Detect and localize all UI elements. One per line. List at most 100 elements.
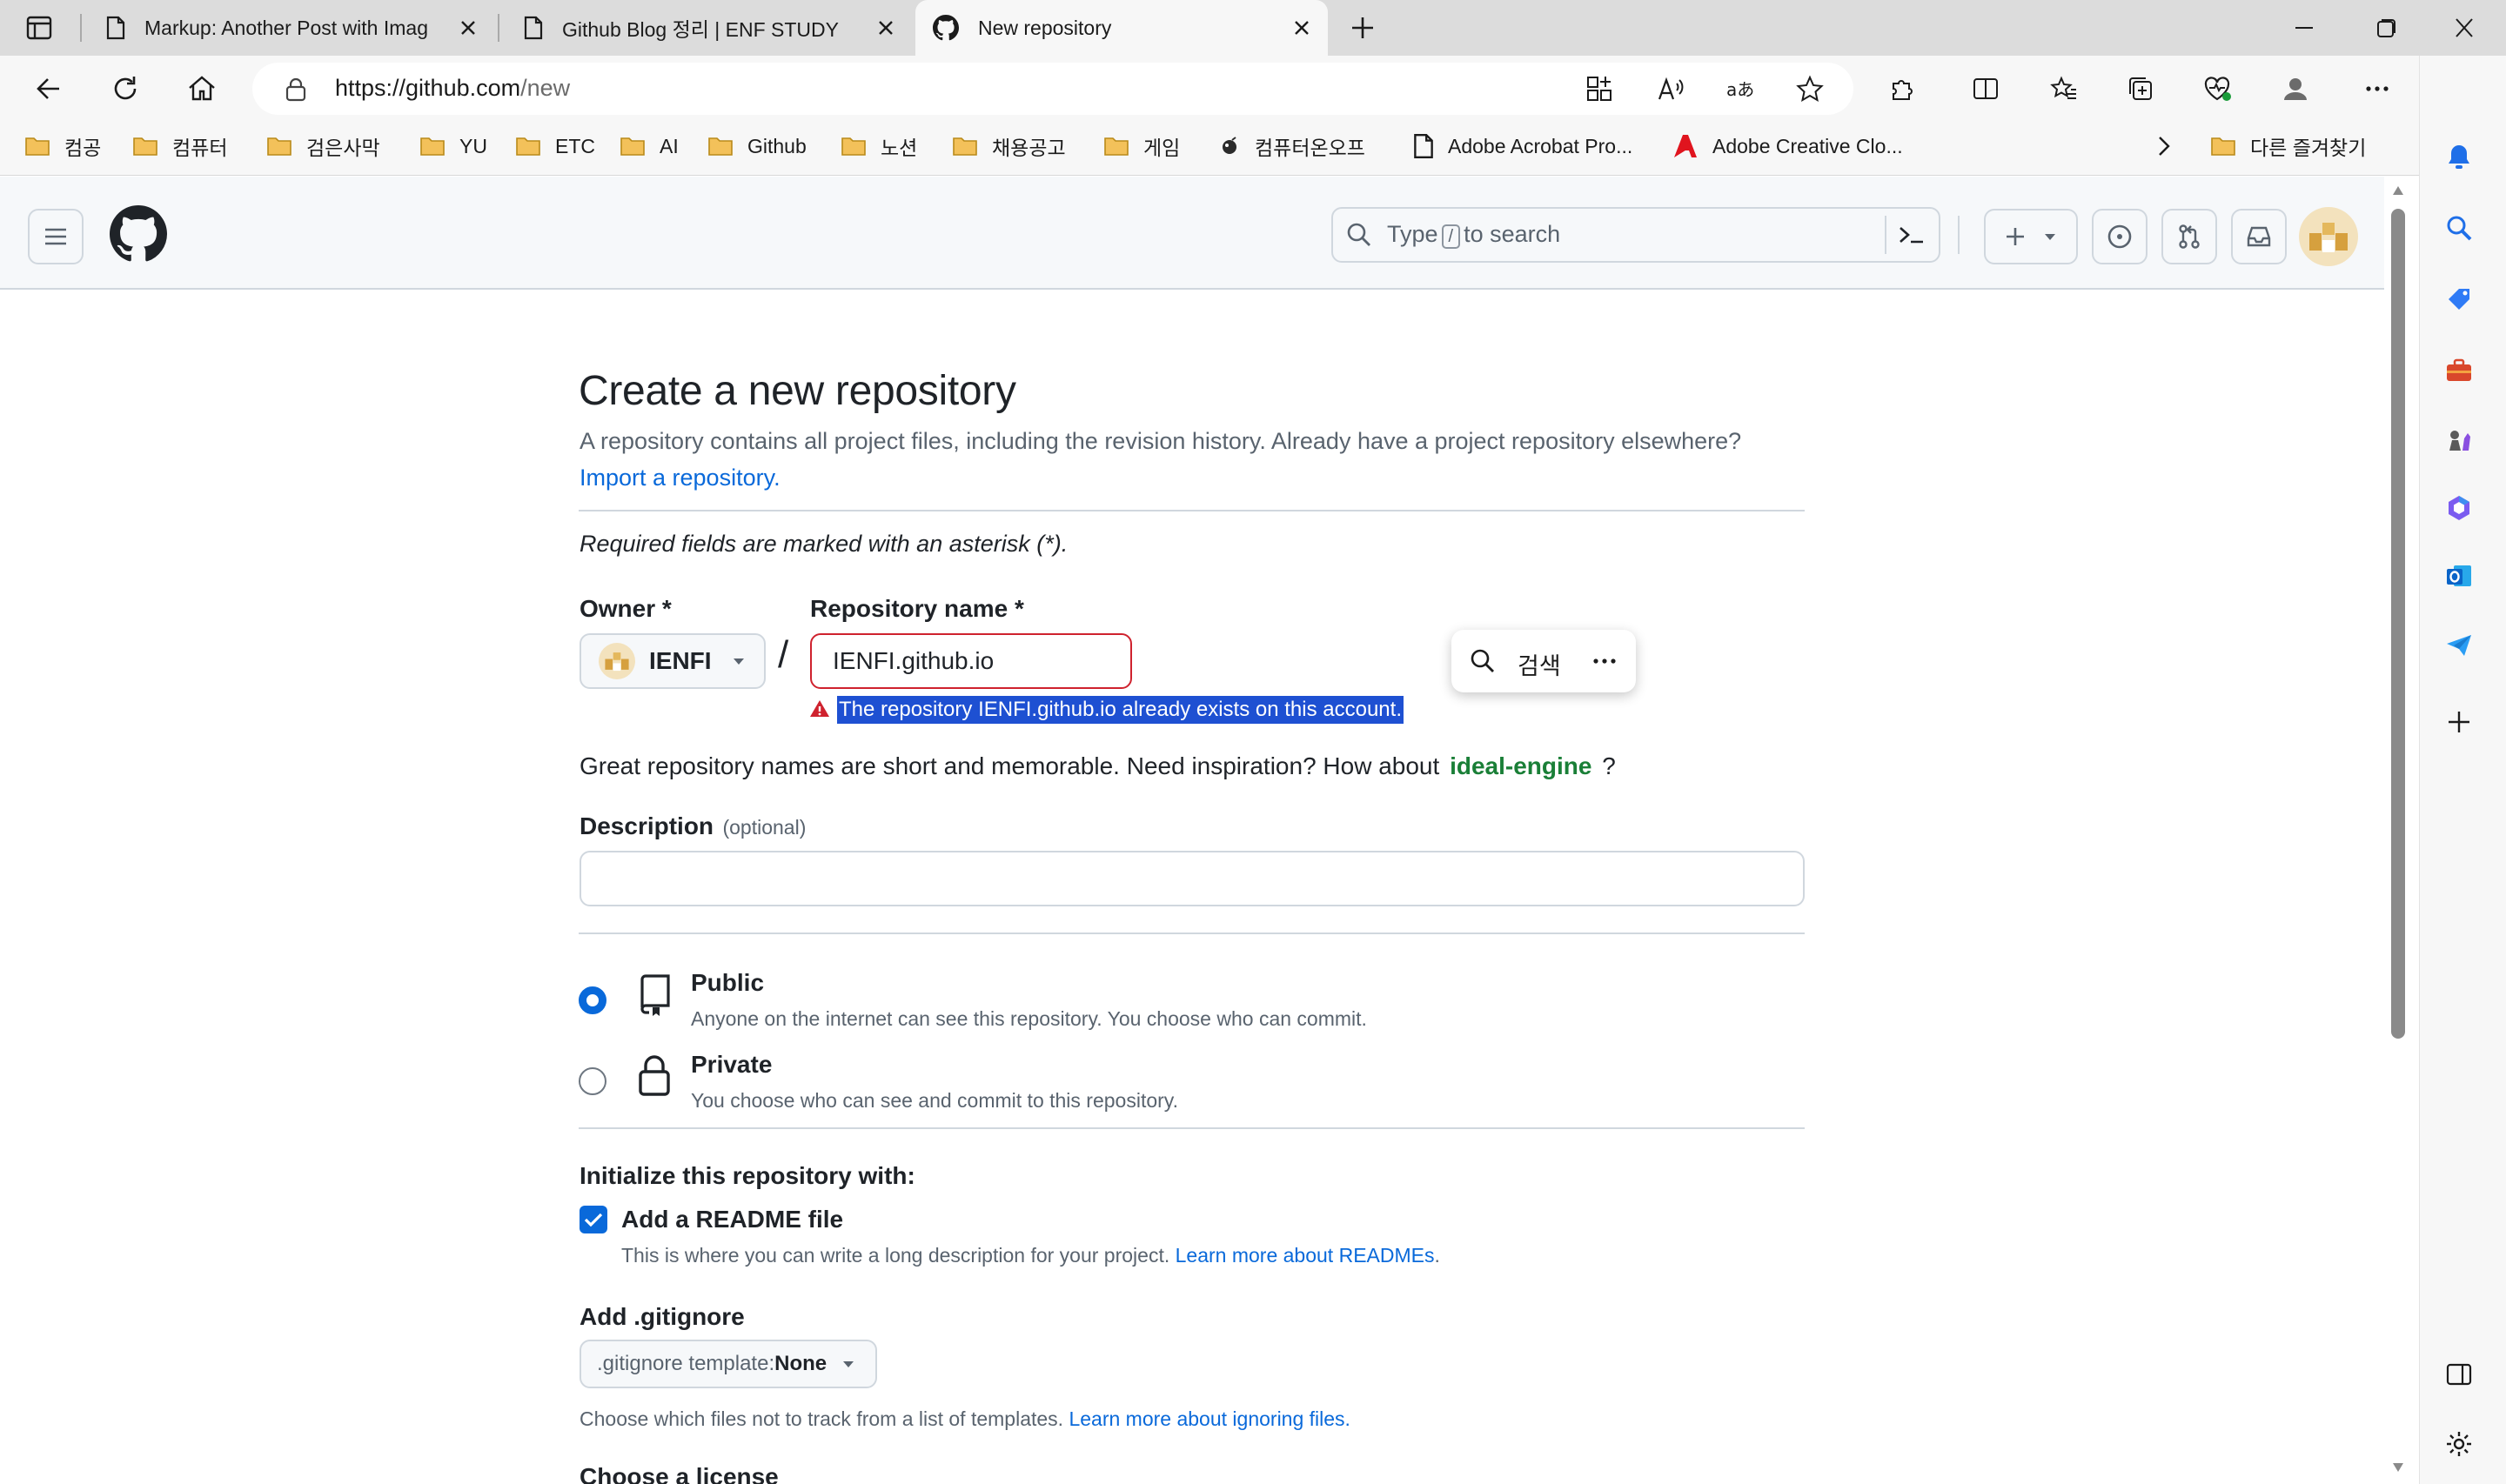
description-optional: (optional) — [722, 816, 807, 839]
visibility-public-description: Anyone on the internet can see this repo… — [691, 1007, 1367, 1030]
bookmark-item[interactable]: 검은사막 — [266, 129, 380, 164]
owner-select-button[interactable]: IENFI — [580, 633, 766, 689]
check-icon — [584, 1213, 603, 1227]
command-palette-icon[interactable] — [1895, 221, 1928, 249]
close-tab-icon[interactable] — [875, 17, 896, 38]
triangle-down-icon — [843, 1361, 854, 1367]
popup-search-label[interactable]: 검색 — [1518, 647, 1561, 681]
tab-title: New repository — [978, 16, 1112, 39]
favorite-star-icon[interactable] — [1794, 73, 1826, 104]
visibility-public-radio[interactable] — [579, 986, 606, 1014]
gitignore-template-select[interactable]: .gitignore template: None — [580, 1340, 877, 1388]
tab-markup-post[interactable]: Markup: Another Post with Imag — [84, 0, 494, 56]
microsoft-365-icon[interactable] — [2443, 492, 2475, 524]
split-screen-icon[interactable] — [1970, 73, 2001, 104]
search-icon — [1345, 221, 1373, 249]
owner-label: Owner * — [580, 595, 672, 622]
send-telegram-icon[interactable] — [2443, 630, 2475, 661]
folder-icon — [420, 137, 445, 156]
tab-new-repository[interactable]: New repository — [915, 0, 1328, 56]
search-icon[interactable] — [1469, 647, 1497, 675]
refresh-button[interactable] — [108, 71, 143, 106]
folder-icon — [620, 137, 645, 156]
bookmark-item[interactable]: 게임 — [1103, 129, 1180, 164]
bookmark-item[interactable]: AI — [620, 129, 679, 164]
repository-name-input[interactable]: IENFI.github.io — [810, 633, 1132, 689]
browser-essentials-icon[interactable] — [2201, 73, 2233, 104]
learn-more-readmes-link[interactable]: Learn more about READMEs — [1176, 1244, 1435, 1267]
extensions-icon[interactable] — [1886, 73, 1918, 104]
scroll-up-arrow-icon[interactable] — [2391, 184, 2405, 197]
bookmark-item[interactable]: YU — [419, 129, 487, 164]
url-path: /new — [520, 75, 571, 101]
close-tab-icon[interactable] — [458, 17, 479, 38]
notifications-bell-icon[interactable] — [2443, 141, 2475, 172]
app-available-icon[interactable] — [1584, 73, 1615, 104]
settings-more-icon[interactable] — [2362, 73, 2393, 104]
folder-icon — [708, 137, 733, 156]
home-button[interactable] — [184, 71, 219, 106]
import-repository-link[interactable]: Import a repository. — [580, 465, 781, 491]
visibility-private-radio[interactable] — [579, 1067, 606, 1095]
bookmark-item[interactable]: 컴퓨터 — [132, 129, 227, 164]
bookmark-item[interactable]: ETC — [515, 129, 595, 164]
bookmark-item[interactable]: 채용공고 — [952, 129, 1066, 164]
tab-actions-menu-button[interactable] — [26, 16, 52, 40]
bookmark-item[interactable]: Adobe Acrobat Pro... — [1413, 129, 1632, 164]
add-sidebar-app-icon[interactable] — [2443, 706, 2475, 738]
suggested-name-button[interactable]: ideal-engine — [1450, 752, 1591, 779]
bookmark-item[interactable]: 컴퓨터온오프 — [1218, 129, 1365, 164]
scroll-down-arrow-icon[interactable] — [2391, 1461, 2405, 1474]
initialize-heading: Initialize this repository with: — [580, 1162, 915, 1189]
sidebar-settings-gear-icon[interactable] — [2443, 1428, 2475, 1460]
description-input[interactable] — [580, 851, 1805, 906]
games-chess-icon[interactable] — [2443, 424, 2475, 456]
global-nav-menu-button[interactable] — [28, 209, 84, 264]
hide-sidebar-icon[interactable] — [2443, 1359, 2475, 1390]
shopping-tag-icon[interactable] — [2443, 284, 2475, 315]
bookmark-item[interactable]: 컴공 — [24, 129, 101, 164]
search-placeholder: Type / to search — [1387, 221, 1560, 249]
visibility-public-label[interactable]: Public — [691, 969, 764, 997]
read-aloud-icon[interactable] — [1655, 73, 1686, 104]
divider — [579, 510, 1805, 511]
gitignore-template-value: None — [774, 1352, 828, 1375]
other-favorites-folder[interactable]: 다른 즐겨찾기 — [2210, 129, 2366, 164]
readme-checkbox[interactable] — [580, 1206, 607, 1233]
tab-github-blog[interactable]: Github Blog 정리 | ENF STUDY — [501, 0, 912, 56]
close-tab-icon[interactable] — [1291, 17, 1312, 38]
svg-text:aあ: aあ — [1726, 79, 1754, 100]
inbox-button[interactable] — [2231, 209, 2287, 264]
user-avatar[interactable] — [2299, 207, 2358, 266]
learn-more-ignoring-files-link[interactable]: Learn more about ignoring files. — [1069, 1407, 1350, 1430]
collections-icon[interactable] — [2125, 73, 2156, 104]
visibility-private-label[interactable]: Private — [691, 1051, 772, 1079]
bookmark-item[interactable]: 노션 — [841, 129, 917, 164]
close-window-button[interactable] — [2449, 14, 2480, 42]
new-tab-button[interactable] — [1347, 12, 1378, 43]
folder-icon — [25, 137, 50, 156]
more-options-icon[interactable] — [1591, 647, 1618, 675]
translate-icon[interactable]: aあ — [1725, 73, 1756, 104]
scrollbar-thumb[interactable] — [2391, 209, 2405, 1039]
lock-icon[interactable] — [284, 77, 308, 103]
issues-button[interactable] — [2092, 209, 2148, 264]
restore-window-button[interactable] — [2370, 14, 2402, 42]
sidebar-search-icon[interactable] — [2443, 212, 2475, 244]
pull-requests-button[interactable] — [2161, 209, 2217, 264]
favorites-icon[interactable] — [2048, 73, 2080, 104]
back-button[interactable] — [31, 71, 66, 106]
create-new-button[interactable] — [1984, 209, 2078, 264]
github-logo-icon[interactable] — [110, 205, 167, 263]
profile-icon[interactable] — [2280, 73, 2311, 104]
minimize-window-button[interactable] — [2288, 14, 2320, 42]
outlook-icon[interactable] — [2443, 560, 2475, 592]
bookmark-item[interactable]: Adobe Creative Clo... — [1672, 129, 1903, 164]
url-text[interactable]: https://github.com/new — [335, 75, 570, 102]
folder-icon — [953, 137, 977, 156]
readme-label[interactable]: Add a README file — [621, 1206, 843, 1233]
tools-briefcase-icon[interactable] — [2443, 355, 2475, 386]
bookmarks-overflow-chevron-icon[interactable] — [2151, 132, 2177, 160]
bookmark-item[interactable]: Github — [707, 129, 807, 164]
tab-title: Github Blog 정리 | ENF STUDY — [562, 18, 839, 41]
